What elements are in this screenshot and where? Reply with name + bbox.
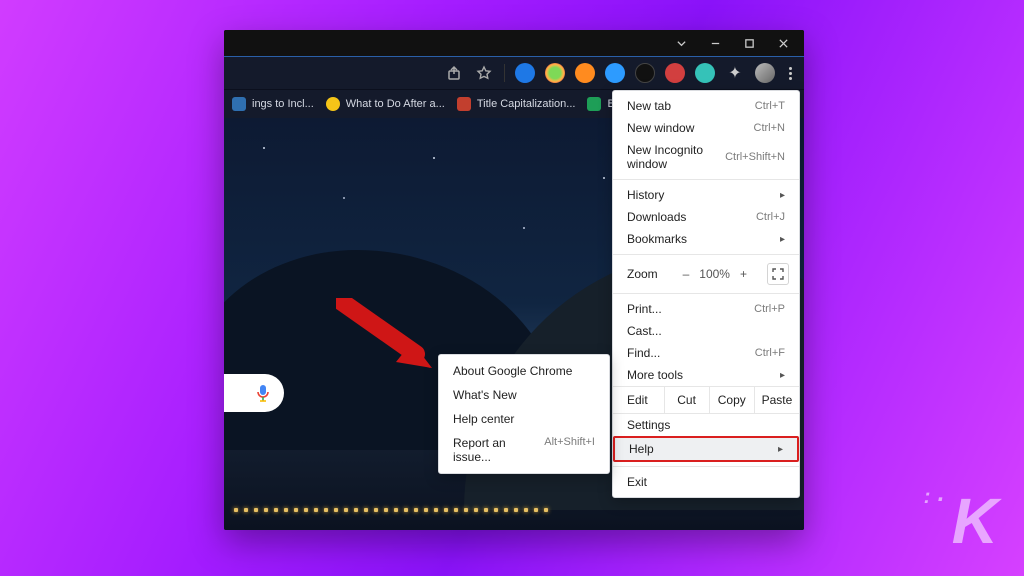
extension-icon[interactable] [545, 63, 565, 83]
menu-separator [613, 293, 799, 294]
close-button[interactable] [766, 30, 800, 56]
tab-dropdown-caret[interactable] [664, 30, 698, 56]
submenu-arrow-icon: ▸ [778, 444, 783, 455]
menu-item-find[interactable]: Find... Ctrl+F [613, 342, 799, 364]
menu-item-settings[interactable]: Settings [613, 414, 799, 436]
browser-toolbar: ✦ [224, 56, 804, 90]
menu-label: Settings [627, 418, 670, 432]
chrome-window: ✦ ings to Incl... What to Do After a... … [224, 30, 804, 530]
menu-label: Exit [627, 475, 647, 489]
menu-label: Find... [627, 346, 660, 360]
maximize-button[interactable] [732, 30, 766, 56]
submenu-item-whats-new[interactable]: What's New [439, 383, 609, 407]
extension-icon[interactable] [635, 63, 655, 83]
profile-avatar-icon[interactable] [755, 63, 775, 83]
share-icon[interactable] [444, 63, 464, 83]
zoom-out-button[interactable]: – [683, 267, 690, 281]
menu-shortcut: Ctrl+J [756, 211, 785, 223]
menu-label: New window [627, 121, 694, 135]
menu-item-zoom: Zoom – 100% + [613, 259, 799, 289]
kebab-menu-button[interactable] [785, 67, 796, 80]
extension-icon[interactable] [665, 63, 685, 83]
extension-icon[interactable] [515, 63, 535, 83]
bookmark-label: What to Do After a... [346, 98, 445, 110]
menu-edit-row: Edit Cut Copy Paste [613, 386, 799, 414]
submenu-item-help-center[interactable]: Help center [439, 407, 609, 431]
bookmark-label: Title Capitalization... [477, 98, 576, 110]
menu-shortcut: Ctrl+P [754, 303, 785, 315]
menu-label: Print... [627, 302, 662, 316]
menu-label: Zoom [627, 267, 658, 281]
help-submenu: About Google Chrome What's New Help cent… [438, 354, 610, 474]
edit-cut-button[interactable]: Cut [664, 387, 709, 413]
bookmark-item[interactable]: What to Do After a... [326, 97, 445, 111]
extension-icon[interactable] [605, 63, 625, 83]
menu-item-incognito[interactable]: New Incognito window Ctrl+Shift+N [613, 139, 799, 175]
menu-shortcut: Ctrl+T [755, 100, 785, 112]
edit-copy-button[interactable]: Copy [709, 387, 754, 413]
menu-item-new-window[interactable]: New window Ctrl+N [613, 117, 799, 139]
menu-label: Edit [613, 387, 664, 413]
menu-shortcut: Ctrl+N [754, 122, 785, 134]
menu-label: What's New [453, 388, 517, 402]
submenu-arrow-icon: ▸ [780, 370, 785, 381]
menu-separator [613, 466, 799, 467]
bookmark-item[interactable]: ings to Incl... [232, 97, 314, 111]
menu-item-help[interactable]: Help ▸ [613, 436, 799, 462]
menu-label: Report an issue... [453, 436, 544, 464]
menu-item-more-tools[interactable]: More tools ▸ [613, 364, 799, 386]
chrome-main-menu: New tab Ctrl+T New window Ctrl+N New Inc… [612, 90, 800, 498]
menu-label: About Google Chrome [453, 364, 572, 378]
bookmark-item[interactable]: Title Capitalization... [457, 97, 576, 111]
menu-item-exit[interactable]: Exit [613, 471, 799, 493]
menu-label: Cast... [627, 324, 662, 338]
zoom-in-button[interactable]: + [740, 267, 747, 281]
menu-label: Help center [453, 412, 514, 426]
menu-label: Help [629, 442, 654, 456]
menu-item-history[interactable]: History ▸ [613, 184, 799, 206]
submenu-item-report-issue[interactable]: Report an issue... Alt+Shift+I [439, 431, 609, 469]
menu-label: New tab [627, 99, 671, 113]
watermark-logo: K [952, 484, 996, 558]
menu-label: History [627, 188, 664, 202]
bookmark-label: ings to Incl... [252, 98, 314, 110]
menu-item-print[interactable]: Print... Ctrl+P [613, 298, 799, 320]
extension-icon[interactable] [695, 63, 715, 83]
fullscreen-button[interactable] [767, 263, 789, 285]
menu-shortcut: Ctrl+F [755, 347, 785, 359]
extensions-puzzle-icon[interactable]: ✦ [725, 63, 745, 83]
zoom-value: 100% [699, 267, 730, 281]
menu-item-downloads[interactable]: Downloads Ctrl+J [613, 206, 799, 228]
edit-paste-button[interactable]: Paste [754, 387, 799, 413]
star-icon[interactable] [474, 63, 494, 83]
menu-label: More tools [627, 368, 683, 382]
minimize-button[interactable] [698, 30, 732, 56]
favicon [457, 97, 471, 111]
submenu-item-about[interactable]: About Google Chrome [439, 359, 609, 383]
favicon [326, 97, 340, 111]
favicon [587, 97, 601, 111]
voice-search-button[interactable] [224, 374, 284, 412]
menu-separator [613, 179, 799, 180]
menu-shortcut: Alt+Shift+I [544, 436, 595, 464]
menu-label: Downloads [627, 210, 686, 224]
menu-item-bookmarks[interactable]: Bookmarks ▸ [613, 228, 799, 250]
submenu-arrow-icon: ▸ [780, 234, 785, 245]
menu-item-new-tab[interactable]: New tab Ctrl+T [613, 95, 799, 117]
annotation-arrow-icon [336, 298, 446, 378]
favicon [232, 97, 246, 111]
menu-shortcut: Ctrl+Shift+N [725, 151, 785, 163]
submenu-arrow-icon: ▸ [780, 190, 785, 201]
extension-icon[interactable] [575, 63, 595, 83]
window-controls [224, 30, 804, 56]
menu-label: New Incognito window [627, 143, 725, 171]
menu-item-cast[interactable]: Cast... [613, 320, 799, 342]
menu-label: Bookmarks [627, 232, 687, 246]
menu-separator [613, 254, 799, 255]
